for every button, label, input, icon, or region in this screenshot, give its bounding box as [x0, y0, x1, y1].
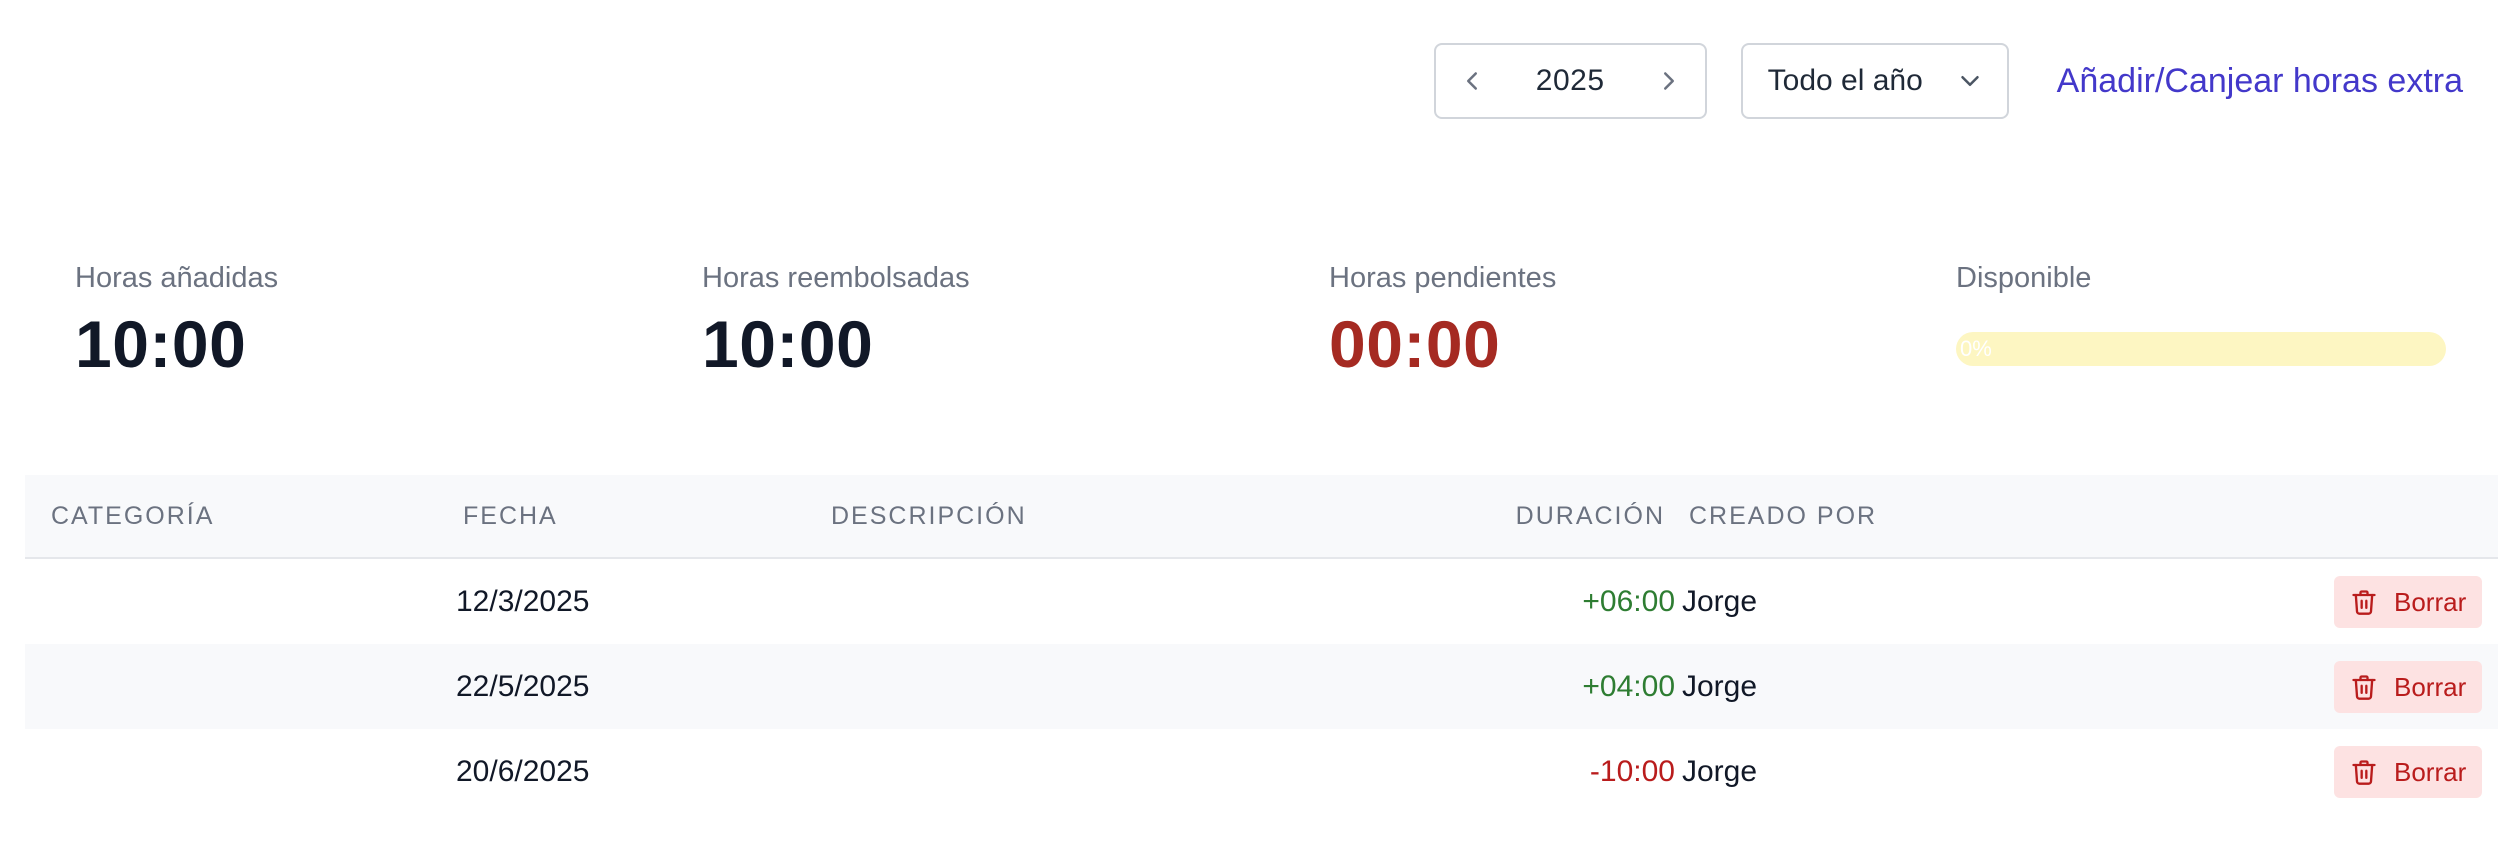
year-value: 2025 [1535, 64, 1605, 97]
stat-value: 10:00 [702, 307, 874, 381]
chevron-down-icon [1960, 76, 1979, 86]
column-header-description: DESCRIPCIÓN [831, 502, 1027, 530]
cell-duration: +06:00 [1582, 585, 1675, 618]
stat-label: Horas añadidas [75, 262, 279, 294]
stat-hours-reimbursed: Horas reembolsadas 10:00 [702, 258, 970, 384]
stat-label: Disponible [1956, 262, 2092, 294]
table-row: 20/6/2025 -10:00 Jorge Borrar [25, 729, 2498, 814]
column-header-category: CATEGORÍA [51, 502, 215, 530]
trash-icon [2352, 590, 2376, 615]
period-select[interactable]: Todo el año [1740, 43, 2009, 119]
chevron-left-icon [1466, 72, 1477, 90]
add-redeem-overtime-link[interactable]: Añadir/Canjear horas extra [2057, 62, 2463, 101]
toolbar: 2025 Todo el año Añadir/Canjear horas ex… [1433, 43, 2512, 119]
table-row: 22/5/2025 +04:00 Jorge Borrar [25, 644, 2498, 729]
cell-duration: +04:00 [1582, 670, 1675, 703]
next-year-button[interactable] [1633, 45, 1705, 117]
delete-button-label: Borrar [2394, 756, 2467, 787]
table-row: 12/3/2025 +06:00 Jorge Borrar [25, 559, 2498, 644]
stat-value: 00:00 [1329, 307, 1501, 381]
cell-created-by: Jorge [1682, 755, 1758, 788]
delete-button-label: Borrar [2394, 586, 2467, 617]
cell-created-by: Jorge [1682, 670, 1758, 703]
stat-value: 10:00 [75, 307, 247, 381]
stats-summary: Horas añadidas 10:00 Horas reembolsadas … [75, 258, 2512, 388]
delete-button[interactable]: Borrar [2334, 661, 2482, 713]
delete-button[interactable]: Borrar [2334, 746, 2482, 798]
chevron-right-icon [1663, 72, 1674, 90]
period-select-value: Todo el año [1767, 64, 1923, 97]
delete-button[interactable]: Borrar [2334, 576, 2482, 628]
stat-label: Horas pendientes [1329, 262, 1557, 294]
stat-available: Disponible 0% [1956, 258, 2446, 366]
stat-hours-pending: Horas pendientes 00:00 [1329, 258, 1556, 384]
column-header-date: FECHA [463, 502, 558, 530]
cell-created-by: Jorge [1682, 585, 1758, 618]
overtime-table: CATEGORÍA FECHA DESCRIPCIÓN DURACIÓN CRE… [25, 475, 2498, 814]
stat-hours-added: Horas añadidas 10:00 [75, 258, 278, 384]
column-header-created-by: CREADO POR [1689, 502, 1878, 530]
column-header-duration: DURACIÓN [1515, 502, 1665, 530]
available-progress-bar: 0% [1956, 332, 2446, 366]
trash-icon [2352, 675, 2376, 700]
cell-date: 20/6/2025 [456, 755, 590, 788]
cell-duration: -10:00 [1589, 755, 1675, 788]
year-picker: 2025 [1433, 43, 1707, 119]
progress-text: 0% [1960, 336, 1992, 361]
delete-button-label: Borrar [2394, 671, 2467, 702]
stat-label: Horas reembolsadas [702, 262, 970, 294]
table-header: CATEGORÍA FECHA DESCRIPCIÓN DURACIÓN CRE… [25, 475, 2498, 559]
cell-date: 12/3/2025 [456, 585, 590, 618]
cell-date: 22/5/2025 [456, 670, 590, 703]
trash-icon [2352, 760, 2376, 785]
previous-year-button[interactable] [1436, 45, 1508, 117]
